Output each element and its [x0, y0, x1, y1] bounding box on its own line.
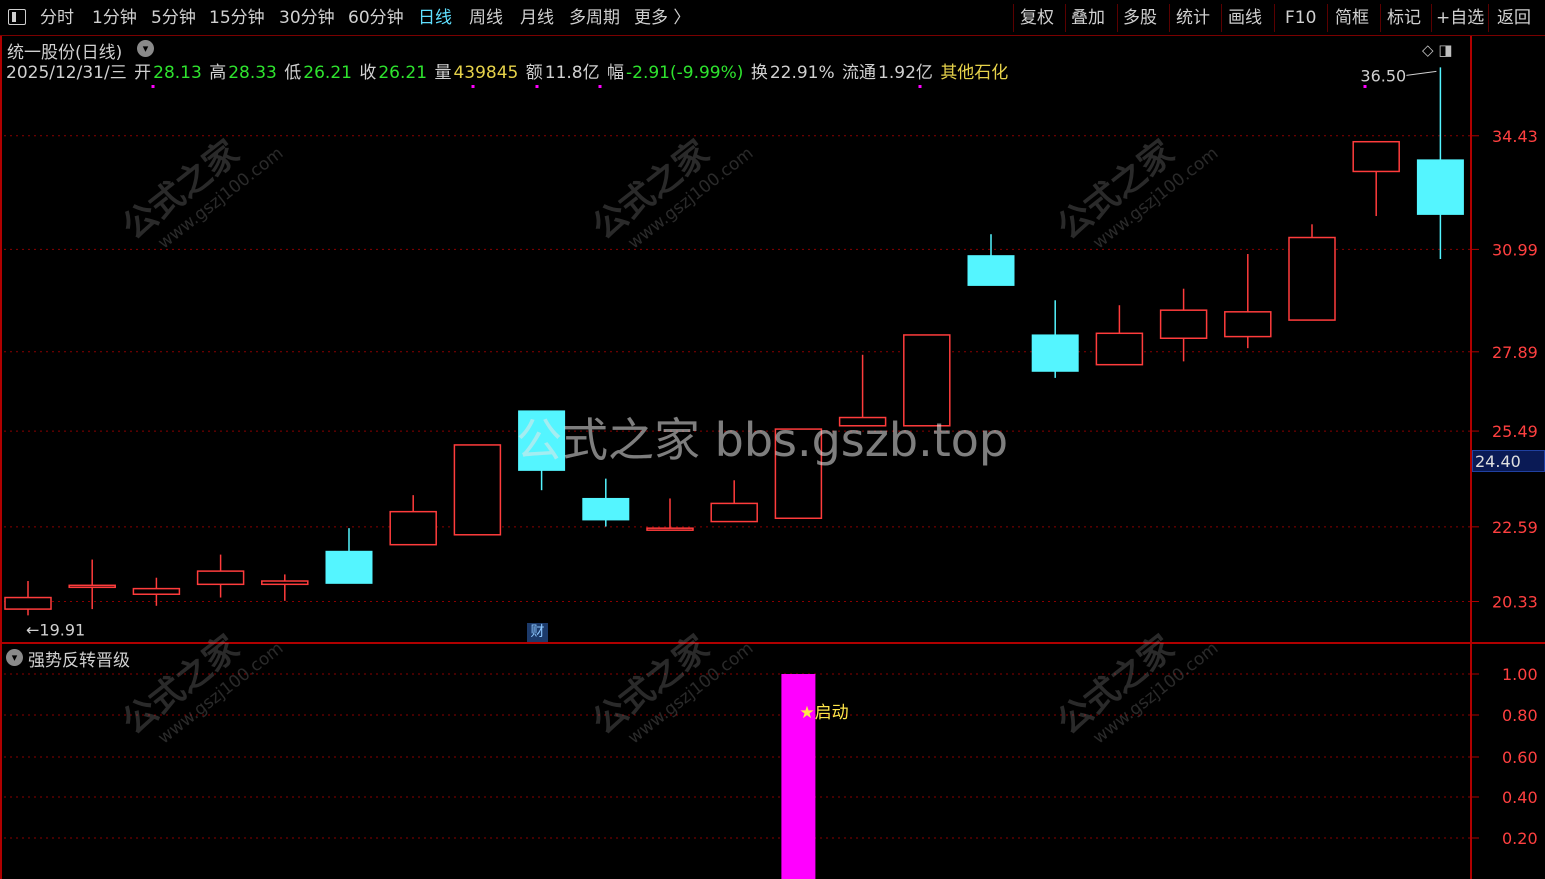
tool-button-1[interactable]: 叠加	[1071, 0, 1105, 35]
indicator-title: 强势反转晋级	[28, 651, 130, 671]
candle-body	[4, 596, 52, 610]
toolbar: 分时 1分钟 5分钟 15分钟 30分钟 60分钟 日线 周线 月线 多周期 更多 〉 复权 叠加 多股…	[0, 0, 1545, 36]
y-tick-label: 20.33	[1492, 593, 1538, 612]
event-marker	[1363, 85, 1367, 88]
event-marker	[535, 85, 539, 88]
tab-period-1[interactable]: 1分钟	[92, 0, 137, 35]
candle-body	[710, 502, 758, 523]
tool-button-2[interactable]: 多股	[1123, 0, 1157, 35]
candle-body	[1095, 332, 1144, 366]
tool-button-4[interactable]: 画线	[1228, 0, 1262, 35]
indicator-y-label: 1.00	[1502, 665, 1538, 684]
tool-button-0[interactable]: 复权	[1020, 0, 1054, 35]
toolbar-separator	[1013, 4, 1014, 32]
tool-button-6[interactable]: 简框	[1335, 0, 1369, 35]
candle-body	[582, 497, 630, 521]
y-tick-label: 27.89	[1492, 343, 1538, 362]
candle-body	[453, 444, 502, 536]
indicator-y-label: 0.40	[1502, 788, 1538, 807]
tool-button-9[interactable]: 返回	[1497, 0, 1531, 35]
tool-button-3[interactable]: 统计	[1176, 0, 1210, 35]
signal-label: ★启动	[799, 703, 848, 723]
indicator-y-label: 0.60	[1502, 748, 1538, 767]
tab-period-0[interactable]: 分时	[40, 0, 74, 35]
candle-body	[646, 527, 694, 531]
candle-body	[261, 580, 309, 586]
tab-period-2[interactable]: 5分钟	[151, 0, 196, 35]
tab-period-6[interactable]: 日线	[418, 0, 452, 35]
candle-body	[325, 550, 373, 584]
candle-body	[196, 570, 245, 586]
candle-body	[389, 510, 437, 546]
min-price-label: ←19.91	[26, 620, 85, 639]
toolbar-separator	[1117, 4, 1118, 32]
toolbar-separator	[1221, 4, 1222, 32]
event-marker	[598, 85, 602, 88]
toolbar-separator	[1274, 4, 1275, 32]
candle-body	[1288, 236, 1336, 321]
tool-button-8[interactable]: +自选	[1436, 0, 1484, 35]
candle-body	[68, 584, 116, 589]
y-tick-label: 30.99	[1492, 240, 1538, 259]
event-marker	[471, 85, 475, 88]
current-price-tag: 24.40	[1472, 450, 1545, 472]
candle-body	[132, 587, 181, 595]
toolbar-separator	[1431, 4, 1432, 32]
tab-period-7[interactable]: 周线	[469, 0, 503, 35]
chevron-down-icon[interactable]: ▾	[6, 649, 23, 666]
max-price-arrow	[1406, 70, 1437, 76]
tab-period-10[interactable]: 更多 〉	[634, 0, 690, 35]
tab-period-9[interactable]: 多周期	[569, 0, 620, 35]
tab-period-8[interactable]: 月线	[520, 0, 554, 35]
toolbar-separator	[1327, 4, 1328, 32]
indicator-y-label: 0.80	[1502, 706, 1538, 725]
tab-period-3[interactable]: 15分钟	[209, 0, 265, 35]
y-tick-label: 34.43	[1492, 127, 1538, 146]
tool-button-5[interactable]: F10	[1285, 0, 1316, 35]
event-marker	[918, 85, 922, 88]
tab-period-4[interactable]: 30分钟	[279, 0, 335, 35]
toolbar-separator	[1488, 4, 1489, 32]
y-tick-label: 22.59	[1492, 518, 1538, 537]
candle-body	[1352, 140, 1400, 173]
finance-badge[interactable]: 财	[527, 623, 548, 642]
candle-body	[1224, 311, 1272, 338]
candle-body	[1416, 159, 1464, 215]
toolbar-separator	[1065, 4, 1066, 32]
tool-button-7[interactable]: 标记	[1387, 0, 1421, 35]
toolbar-separator	[1380, 4, 1381, 32]
tab-period-5[interactable]: 60分钟	[348, 0, 404, 35]
watermark-text: 公式之家 bbs.gszb.top	[516, 413, 1009, 467]
indicator-y-label: 0.20	[1502, 829, 1538, 848]
candle-body	[1159, 309, 1208, 340]
sidebar-toggle-icon[interactable]	[8, 9, 26, 25]
toolbar-separator	[1169, 4, 1170, 32]
event-marker	[151, 85, 155, 88]
max-price-label: 36.50	[1360, 66, 1406, 85]
candle-body	[1031, 334, 1079, 372]
y-tick-label: 25.49	[1492, 422, 1538, 441]
candle-body	[967, 255, 1015, 286]
